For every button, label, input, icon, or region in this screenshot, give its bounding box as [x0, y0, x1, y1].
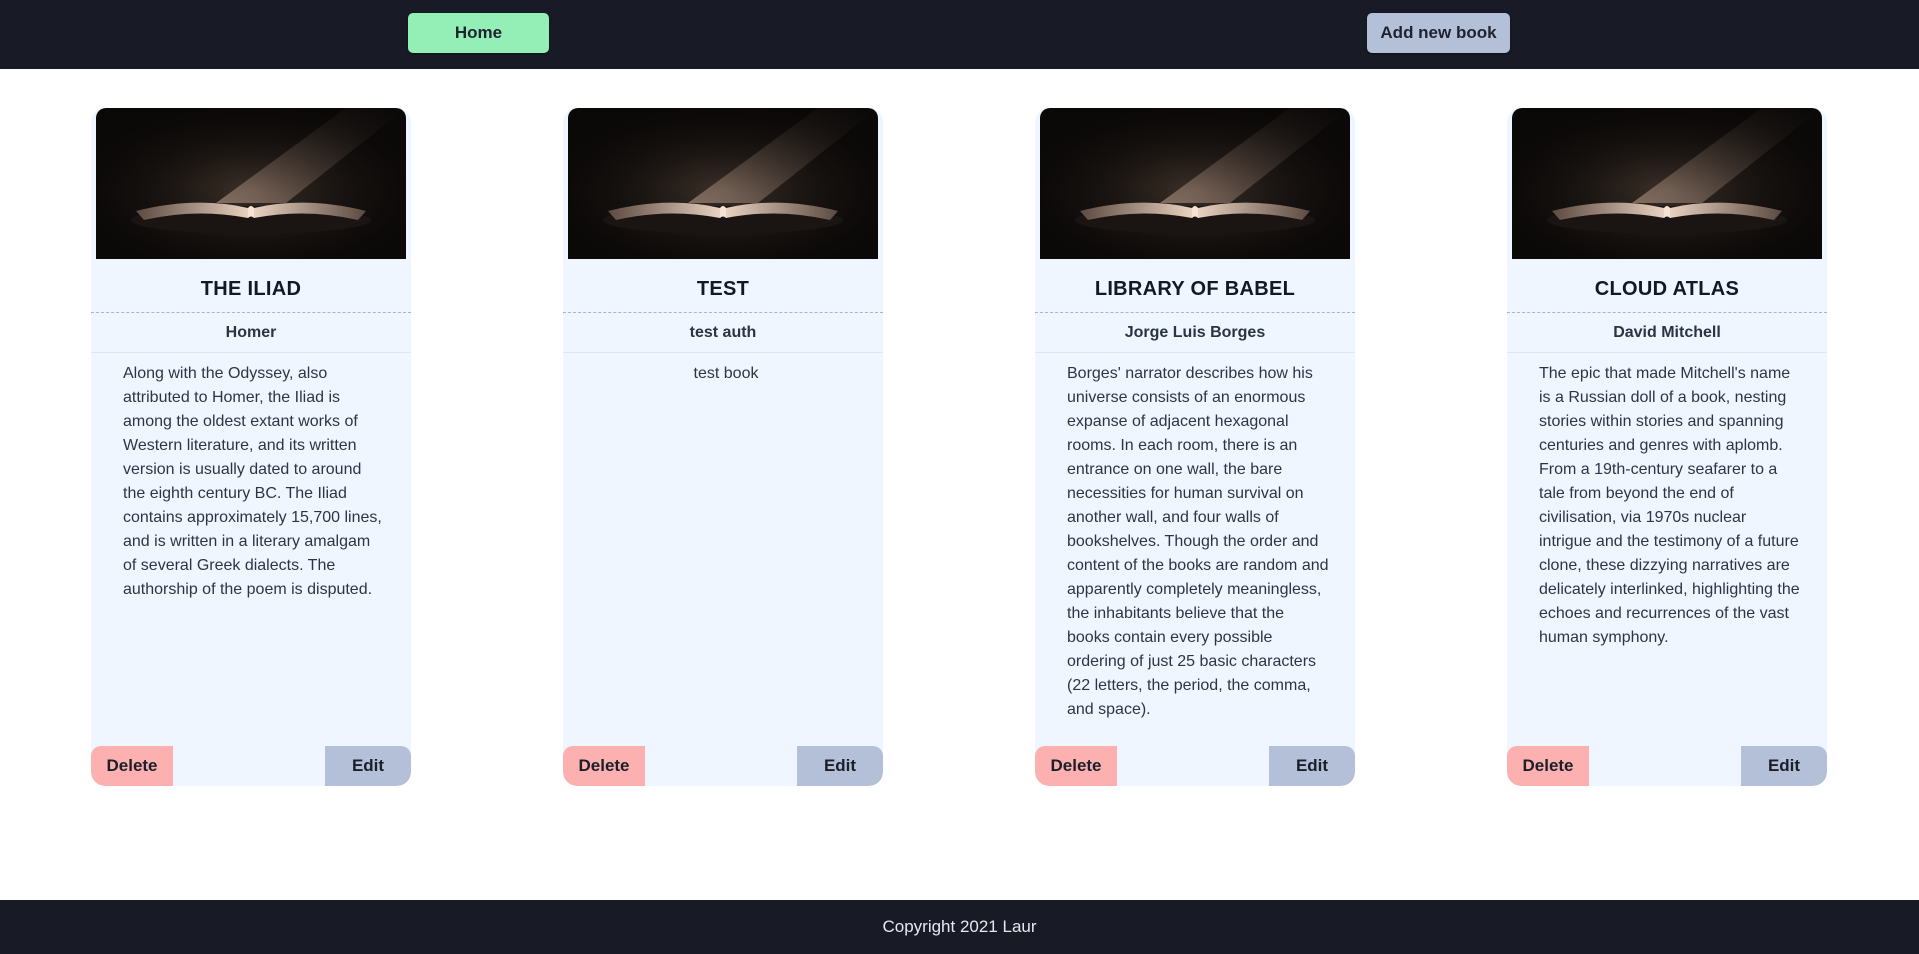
divider: [1507, 352, 1827, 353]
book-card: LIBRARY OF BABEL Jorge Luis Borges Borge…: [1035, 108, 1355, 786]
book-description: The epic that made Mitchell's name is a …: [1539, 365, 1800, 646]
book-cover-image: [568, 108, 878, 259]
book-card: TEST test auth test book Delete Edit: [563, 108, 883, 786]
edit-button[interactable]: Edit: [1269, 746, 1355, 786]
divider: [91, 352, 411, 353]
divider: [1035, 352, 1355, 353]
book-description: Borges' narrator describes how his unive…: [1067, 365, 1329, 718]
divider: [563, 352, 883, 353]
book-card: CLOUD ATLAS David Mitchell The epic that…: [1507, 108, 1827, 786]
edit-button[interactable]: Edit: [1741, 746, 1827, 786]
copyright-text: Copyright 2021 Laur: [882, 917, 1037, 936]
navbar: Home Add new book: [0, 0, 1919, 69]
footer: Copyright 2021 Laur: [0, 900, 1919, 954]
home-button[interactable]: Home: [408, 13, 549, 53]
book-title: TEST: [696, 278, 750, 300]
book-title: CLOUD ATLAS: [1594, 278, 1740, 300]
book-card: THE ILIAD Homer Along with the Odyssey, …: [91, 108, 411, 786]
book-cover-image: [96, 108, 406, 259]
book-author: Jorge Luis Borges: [1124, 324, 1266, 341]
edit-button[interactable]: Edit: [797, 746, 883, 786]
divider: [1035, 312, 1355, 313]
book-cover-image: [1040, 108, 1350, 259]
delete-button[interactable]: Delete: [1035, 746, 1117, 786]
book-description: test book: [693, 365, 759, 382]
delete-button[interactable]: Delete: [91, 746, 173, 786]
divider: [563, 312, 883, 313]
book-title: LIBRARY OF BABEL: [1094, 278, 1296, 300]
book-author: Homer: [225, 324, 277, 341]
delete-button[interactable]: Delete: [563, 746, 645, 786]
book-author: David Mitchell: [1613, 324, 1721, 341]
divider: [1507, 312, 1827, 313]
book-title: THE ILIAD: [200, 278, 302, 300]
divider: [91, 312, 411, 313]
book-cover-image: [1512, 108, 1822, 259]
book-author: test auth: [689, 324, 757, 341]
book-description: Along with the Odyssey, also attributed …: [123, 365, 382, 598]
add-new-book-button[interactable]: Add new book: [1367, 13, 1510, 53]
edit-button[interactable]: Edit: [325, 746, 411, 786]
delete-button[interactable]: Delete: [1507, 746, 1589, 786]
